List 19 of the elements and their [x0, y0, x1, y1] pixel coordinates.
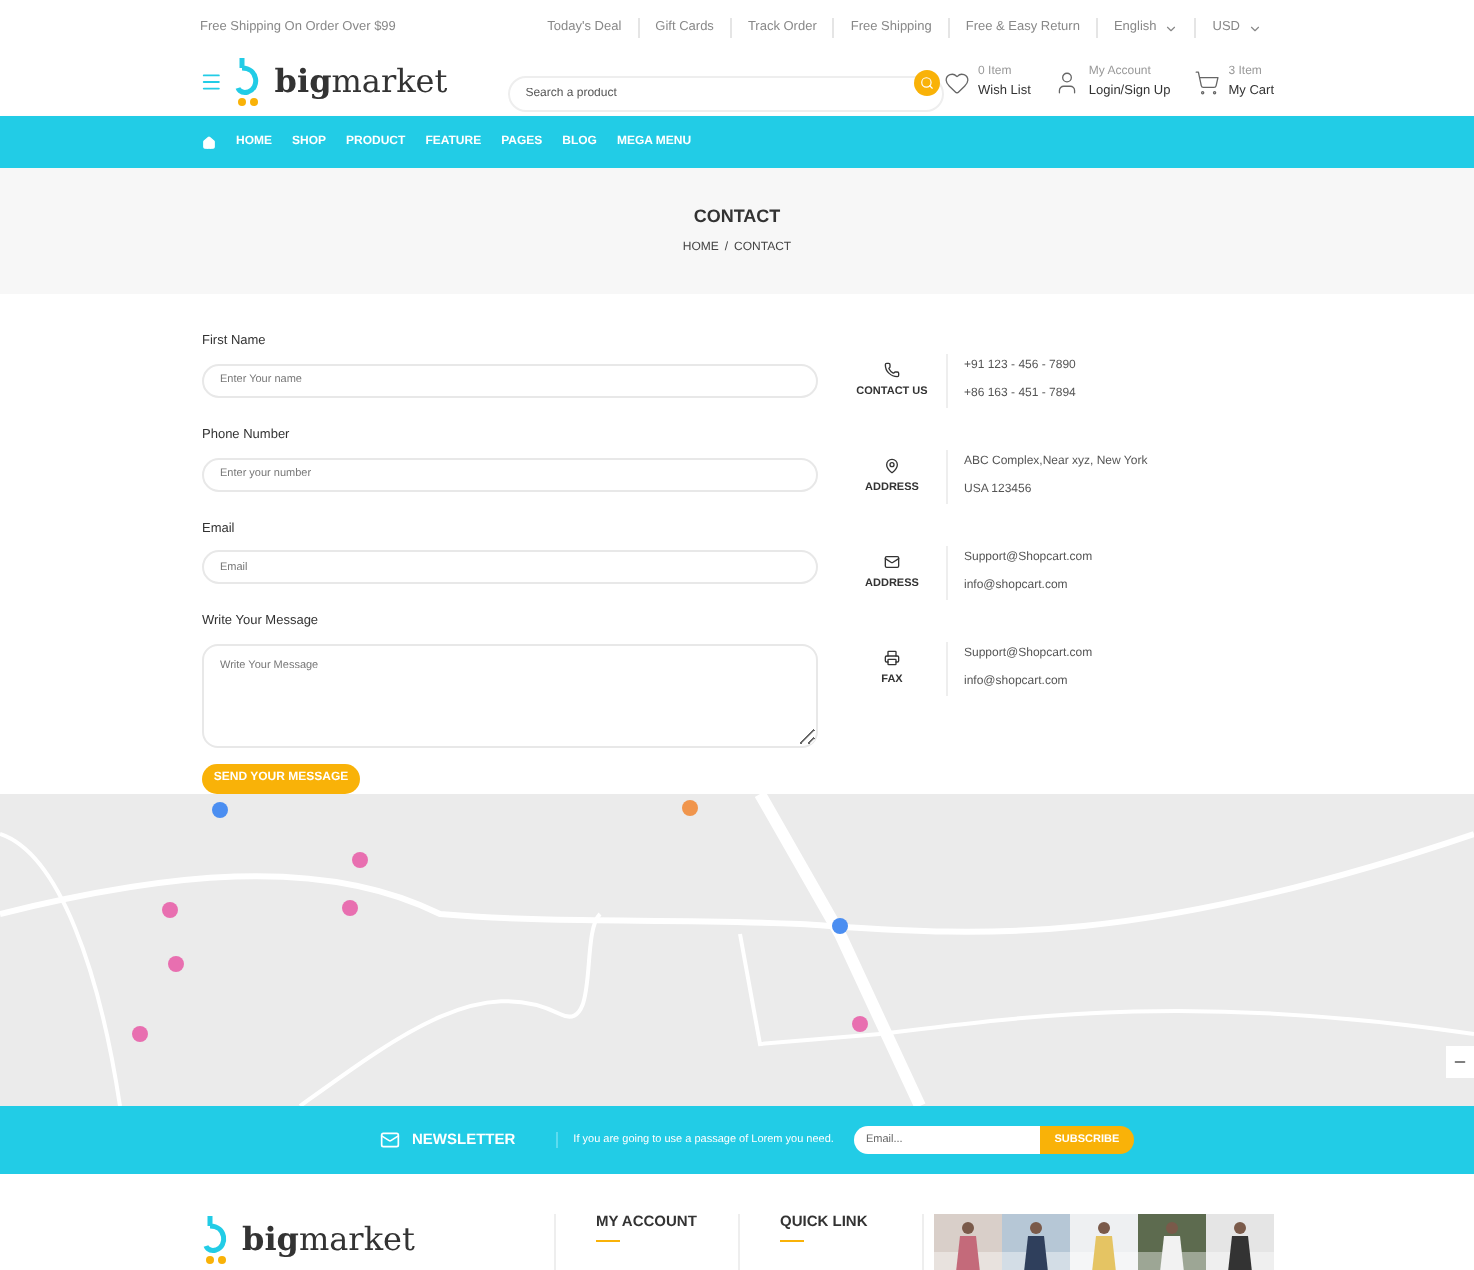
mail-icon [884, 553, 900, 570]
caret-icon [1164, 21, 1179, 35]
home-icon[interactable] [202, 135, 216, 149]
mail-icon [380, 1130, 400, 1150]
pin-icon [884, 457, 900, 474]
user-icon[interactable] [1054, 69, 1081, 95]
search-icon [920, 75, 935, 89]
cart-icon[interactable] [1194, 69, 1221, 95]
logo-icon [202, 1214, 230, 1266]
logo-text: bigmarket [274, 60, 448, 104]
fax-icon [884, 649, 900, 666]
logo-text: bigmarket [242, 1218, 415, 1262]
menu-icon[interactable] [200, 70, 223, 94]
zoom-out-button[interactable] [1446, 1046, 1474, 1078]
heart-icon[interactable] [944, 69, 971, 95]
phone-icon [884, 361, 900, 378]
caret-icon [1248, 21, 1262, 35]
logo-icon [234, 56, 263, 108]
page-title: CONTACT [693, 203, 781, 230]
